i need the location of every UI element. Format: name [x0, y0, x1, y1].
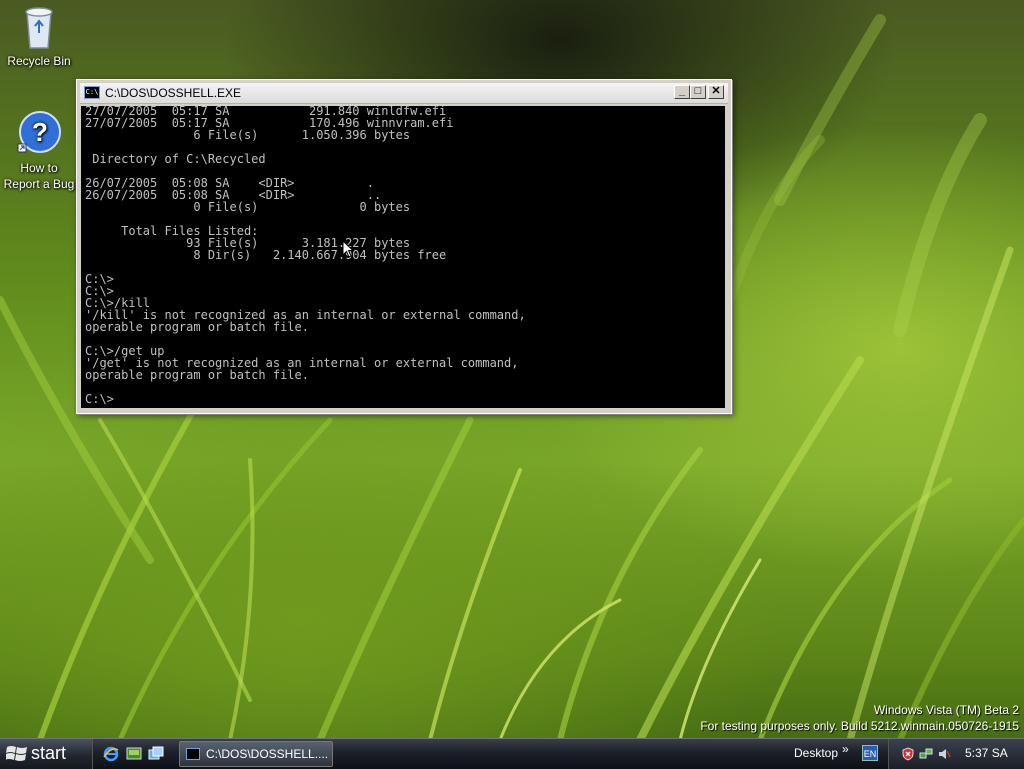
taskbar: start C:\DOS\DOSSHELL.... Desktop » EN 5 [0, 738, 1024, 769]
desktop-icon-recycle-bin[interactable]: Recycle Bin [1, 4, 77, 68]
language-indicator[interactable]: EN [862, 745, 878, 761]
console-app-icon: C:\ [84, 86, 100, 99]
system-clock[interactable]: 5:37 SA [965, 746, 1008, 760]
volume-icon[interactable] [937, 747, 951, 761]
maximize-icon: □ [694, 85, 702, 97]
window-title: C:\DOS\DOSSHELL.EXE [105, 86, 242, 100]
minimize-button[interactable]: _ [674, 85, 690, 99]
console-screen[interactable]: 27/07/2005 05:17 SA 291.840 winldfw.efi … [81, 106, 725, 408]
console-output: 27/07/2005 05:17 SA 291.840 winldfw.efi … [85, 106, 526, 406]
start-label: start [31, 743, 67, 763]
taskbar-button-dosshell[interactable]: C:\DOS\DOSSHELL.... [179, 741, 333, 767]
show-desktop-icon[interactable] [126, 746, 142, 762]
switch-windows-icon[interactable] [148, 746, 164, 762]
close-button[interactable]: ✕ [708, 85, 724, 99]
notification-area: 5:37 SA [888, 739, 1024, 769]
watermark-line-1: Windows Vista (TM) Beta 2 [873, 703, 1019, 717]
console-app-icon [186, 748, 200, 760]
chevron-icon[interactable]: » [842, 742, 849, 756]
minimize-icon: _ [678, 85, 686, 97]
maximize-button[interactable]: □ [690, 85, 706, 99]
ie-icon[interactable] [103, 746, 119, 762]
recycle-bin-icon [25, 7, 53, 49]
desktop-icon-report-bug[interactable]: ? How to Report a Bug [1, 110, 77, 192]
console-titlebar[interactable]: C:\ C:\DOS\DOSSHELL.EXE _ □ ✕ [80, 83, 728, 104]
console-window[interactable]: C:\ C:\DOS\DOSSHELL.EXE _ □ ✕ 27/07/2005… [76, 79, 732, 414]
build-watermark: Windows Vista (TM) Beta 2 For testing pu… [700, 702, 1019, 734]
svg-text:?: ? [32, 117, 48, 147]
taskbar-button-label: C:\DOS\DOSSHELL.... [206, 747, 329, 761]
start-button[interactable]: start [0, 739, 93, 769]
watermark-line-2: For testing purposes only. Build 5212.wi… [700, 719, 1019, 733]
recycle-bin-label: Recycle Bin [7, 54, 71, 68]
security-shield-icon[interactable] [901, 747, 915, 761]
close-icon: ✕ [711, 85, 721, 97]
network-icon[interactable] [919, 747, 933, 761]
desktop-toolbar-label[interactable]: Desktop [794, 746, 838, 760]
report-bug-label: How to Report a Bug [3, 161, 75, 191]
help-icon: ? [17, 111, 61, 153]
mouse-pointer-icon [342, 240, 354, 258]
windows-logo-icon [6, 746, 27, 761]
